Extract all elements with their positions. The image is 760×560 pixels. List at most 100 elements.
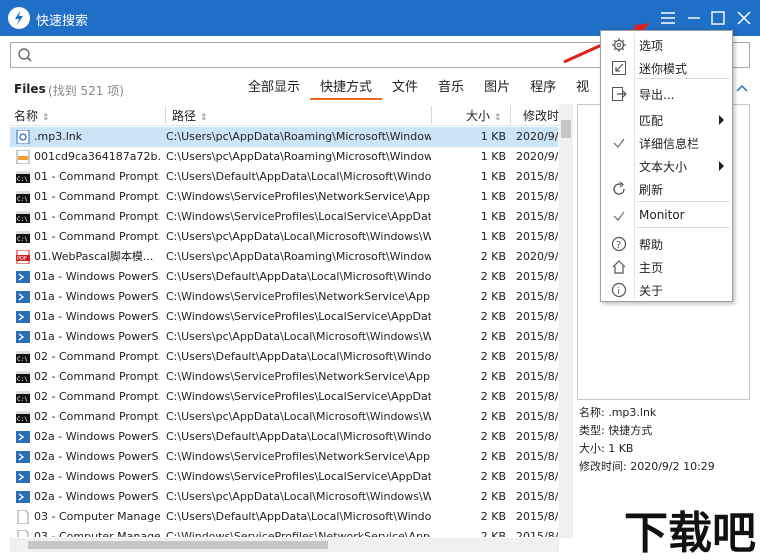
powershell-icon [16, 270, 30, 284]
table-row[interactable]: 02a - Windows PowerS... C:\Windows\Servic… [10, 447, 558, 467]
cmd-icon: C:\ [16, 230, 30, 244]
table-row[interactable]: PDF 01.WebPascal脚本模... C:\Users\pc\AppData… [10, 247, 558, 267]
powershell-icon [16, 430, 30, 444]
menu-item-home-9[interactable]: 主页 [601, 256, 732, 278]
svg-text:?: ? [616, 240, 621, 251]
column-header-path[interactable]: 路径 ⇕ [172, 107, 207, 124]
detail-modified: 修改时间: 2020/9/2 10:29 [579, 460, 715, 473]
maximize-icon[interactable] [706, 6, 730, 30]
file-modified: 2015/8/ [516, 210, 558, 223]
file-size: 2 KB [480, 490, 506, 503]
file-path: C:\Windows\ServiceProfiles\NetworkServic… [166, 450, 431, 463]
table-row[interactable]: 02a - Windows PowerS... C:\Users\pc\AppDa… [10, 487, 558, 507]
file-path: C:\Users\Default\AppData\Local\Microsoft… [166, 270, 431, 283]
file-path: C:\Windows\ServiceProfiles\NetworkServic… [166, 370, 431, 383]
table-row[interactable]: 01a - Windows PowerS... C:\Users\Default\… [10, 267, 558, 287]
column-divider[interactable] [431, 106, 432, 124]
table-row[interactable]: C:\ 01 - Command Prompt.lnk C:\Windows\Ser… [10, 187, 558, 207]
export-icon [611, 86, 627, 102]
sort-icon: ⇕ [199, 113, 208, 123]
table-row[interactable]: C:\ 01 - Command Prompt.lnk C:\Users\pc\Ap… [10, 227, 558, 247]
menu-item-refresh-6[interactable]: 刷新 [601, 178, 732, 200]
file-modified: 2015/8/ [516, 330, 558, 343]
menu-item-gear-0[interactable]: 选项 [601, 34, 732, 56]
blank-file-icon [16, 509, 30, 525]
svg-text:C:\: C:\ [17, 376, 28, 383]
file-size: 2 KB [480, 270, 506, 283]
table-row[interactable]: .mp3.lnk C:\Users\pc\AppData\Roaming\Micr… [10, 127, 558, 147]
table-row[interactable]: C:\ 01 - Command Prompt.lnk C:\Windows\Ser… [10, 207, 558, 227]
menu-item-label: 主页 [639, 261, 664, 275]
column-divider[interactable] [165, 106, 166, 124]
menu-item-label: 帮助 [639, 238, 664, 252]
file-name: 01 - Command Prompt.lnk [34, 230, 160, 243]
file-name: 03 - Computer Manage... [34, 530, 160, 537]
horizontal-scrollbar[interactable] [10, 538, 559, 552]
file-name: 01a - Windows PowerS... [34, 270, 160, 283]
vertical-scrollbar[interactable] [559, 104, 573, 538]
file-path: C:\Windows\ServiceProfiles\LocalService\… [166, 470, 431, 483]
table-row[interactable]: 03 - Computer Manage... C:\Windows\Servic… [10, 527, 558, 537]
menu-item-info-10[interactable]: i 关于 [601, 279, 732, 301]
filter-tab[interactable]: 图片 [474, 78, 520, 100]
filter-tab[interactable]: 文件 [382, 78, 428, 100]
file-size: 2 KB [480, 350, 506, 363]
table-row[interactable]: 01a - Windows PowerS... C:\Windows\Servic… [10, 307, 558, 327]
table-row[interactable]: C:\ 02 - Command Prompt.lnk C:\Users\pc\Ap… [10, 407, 558, 427]
file-size: 2 KB [480, 290, 506, 303]
pdf-icon: PDF [16, 249, 30, 265]
table-row[interactable]: 02a - Windows PowerS... C:\Windows\Servic… [10, 467, 558, 487]
table-row[interactable]: C:\ 02 - Command Prompt.lnk C:\Windows\Ser… [10, 387, 558, 407]
submenu-arrow-icon [719, 114, 725, 128]
file-name: 01a - Windows PowerS... [34, 310, 160, 323]
filter-tab[interactable]: 视 [566, 78, 599, 100]
table-row[interactable]: 03 - Computer Manage... C:\Users\Default\… [10, 507, 558, 527]
file-modified: 2015/8/ [516, 190, 558, 203]
column-header-modified[interactable]: 修改时 [523, 107, 559, 124]
table-row[interactable]: 01a - Windows PowerS... C:\Users\pc\AppDa… [10, 327, 558, 347]
check-icon [611, 208, 627, 224]
column-divider[interactable] [510, 106, 511, 124]
file-path: C:\Users\pc\AppData\Roaming\Microsoft\Wi… [166, 130, 431, 143]
file-path: C:\Windows\ServiceProfiles\LocalService\… [166, 210, 431, 223]
scroll-thumb[interactable] [561, 120, 571, 138]
files-count: (找到 521 项) [48, 84, 124, 98]
table-row[interactable]: C:\ 02 - Command Prompt.lnk C:\Windows\Ser… [10, 367, 558, 387]
table-row[interactable]: C:\ 02 - Command Prompt.lnk C:\Users\Defau… [10, 347, 558, 367]
file-size: 1 KB [480, 230, 506, 243]
filter-tabs: 全部显示 快捷方式 文件 音乐 图片 程序视 [238, 78, 599, 100]
table-row[interactable]: 001cd9ca364187a72b... C:\Users\pc\AppData… [10, 147, 558, 167]
svg-text:下载吧: 下载吧 [624, 508, 756, 559]
menu-item-help-8[interactable]: ? 帮助 [601, 233, 732, 255]
menu-item-mini-mode-1[interactable]: 迷你模式 [601, 57, 732, 79]
file-modified: 2020/9/ [516, 130, 558, 143]
powershell-icon [16, 470, 30, 484]
file-name: .mp3.lnk [34, 130, 83, 143]
table-row[interactable]: 02a - Windows PowerS... C:\Users\Default\… [10, 427, 558, 447]
cmd-icon: C:\ [16, 410, 30, 424]
menu-item-check-7[interactable]: Monitor [601, 205, 732, 227]
menu-item-check-4[interactable]: 详细信息栏 [601, 132, 732, 154]
chevron-up-icon[interactable] [736, 82, 748, 96]
cmd-icon: C:\ [16, 190, 30, 204]
filter-tab[interactable]: 快捷方式 [310, 78, 383, 100]
file-size: 2 KB [480, 470, 506, 483]
filter-tab[interactable]: 全部显示 [238, 78, 310, 100]
close-icon[interactable] [732, 6, 756, 30]
filter-tab[interactable]: 音乐 [428, 78, 474, 100]
home-icon [611, 259, 627, 275]
column-header-name[interactable]: 名称 ⇕ [14, 107, 49, 124]
minimize-icon[interactable] [682, 6, 706, 30]
menu-item-submenu-5[interactable]: 文本大小 [601, 155, 732, 177]
column-header-size[interactable]: 大小 ⇕ [466, 107, 501, 124]
file-modified: 2015/8/ [516, 410, 558, 423]
file-size: 2 KB [480, 310, 506, 323]
menu-item-export-2[interactable]: 导出... [601, 83, 732, 105]
menu-item-submenu-3[interactable]: 匹配 [601, 109, 732, 131]
table-row[interactable]: 01a - Windows PowerS... C:\Windows\Servic… [10, 287, 558, 307]
filter-tab[interactable]: 程序 [520, 78, 566, 100]
table-row[interactable]: C:\ 01 - Command Prompt.lnk C:\Users\Defau… [10, 167, 558, 187]
file-name: 001cd9ca364187a72b... [34, 150, 160, 163]
scroll-thumb[interactable] [28, 541, 328, 549]
svg-text:C:\: C:\ [17, 396, 28, 403]
